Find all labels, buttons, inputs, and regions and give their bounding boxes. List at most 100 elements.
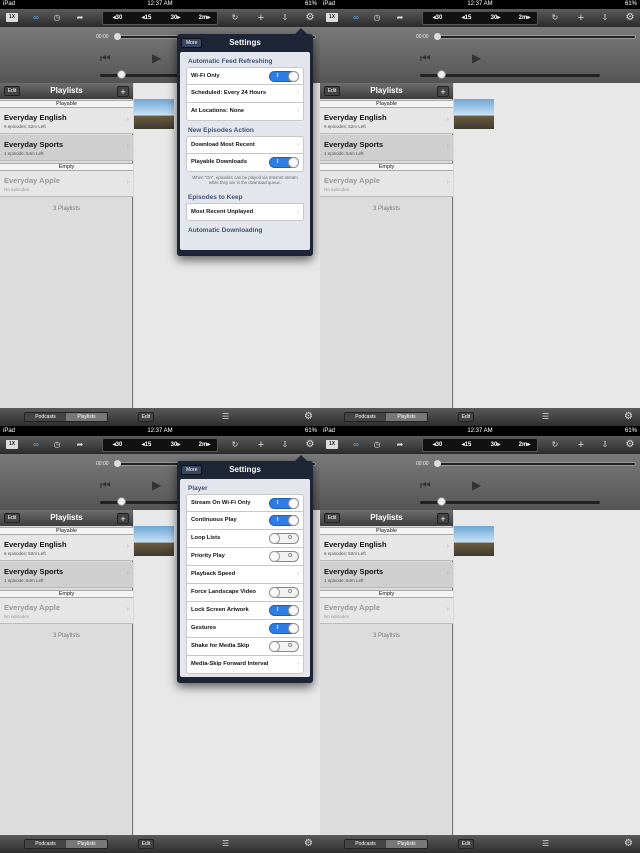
playlist-item[interactable]: Everyday Sports 1 episode; 54m Left ›: [0, 135, 133, 161]
list-view-icon[interactable]: ☰: [222, 412, 229, 422]
playback-speed-button[interactable]: 1X: [6, 13, 18, 22]
settings-gear-icon[interactable]: ⚙: [304, 12, 316, 24]
play-icon[interactable]: ▶: [472, 51, 481, 65]
playback-speed-button[interactable]: 1X: [326, 440, 338, 449]
settings-row[interactable]: Wi-Fi Only I: [186, 67, 304, 85]
skip-forward-2m-button[interactable]: 2m▸: [190, 12, 219, 24]
settings-row[interactable]: Gestures I: [186, 620, 304, 638]
episode-artwork[interactable]: [134, 526, 174, 556]
progress-slider[interactable]: [436, 462, 636, 466]
skip-forward-30-button[interactable]: 30▸: [161, 439, 190, 451]
volume-slider[interactable]: [420, 501, 600, 504]
playlist-item[interactable]: Everyday English 6 episodes; 52m Left ›: [320, 535, 453, 561]
tab-podcasts[interactable]: Podcasts: [25, 413, 66, 421]
previous-track-icon[interactable]: ⏮: [100, 478, 111, 493]
sleep-timer-icon[interactable]: ◷: [52, 12, 62, 24]
playback-speed-button[interactable]: 1X: [326, 13, 338, 22]
settings-row[interactable]: Force Landscape Video O: [186, 584, 304, 602]
settings-row[interactable]: Most Recent Unplayed ›: [186, 203, 304, 221]
play-icon[interactable]: ▶: [152, 51, 161, 65]
content-edit-button[interactable]: Edit: [138, 839, 154, 849]
playlist-item[interactable]: Everyday Sports 1 episode; 54m Left ›: [320, 135, 453, 161]
bottom-settings-gear-icon[interactable]: ⚙: [304, 837, 313, 850]
content-edit-button[interactable]: Edit: [458, 839, 474, 849]
airplay-icon[interactable]: ∞: [350, 12, 362, 24]
add-icon[interactable]: +: [576, 12, 586, 24]
skip-back-30-button[interactable]: ◂30: [423, 439, 452, 451]
toggle-switch[interactable]: O: [269, 551, 299, 562]
list-view-icon[interactable]: ☰: [542, 839, 549, 849]
share-icon[interactable]: ➦: [394, 439, 406, 451]
settings-row[interactable]: Playable Downloads I: [186, 154, 304, 172]
refresh-icon[interactable]: ↻: [550, 12, 560, 24]
previous-track-icon[interactable]: ⏮: [420, 51, 431, 66]
settings-row[interactable]: Download Most Recent ›: [186, 136, 304, 154]
refresh-icon[interactable]: ↻: [230, 439, 240, 451]
tab-playlists[interactable]: Playlists: [386, 413, 427, 421]
settings-row[interactable]: Shake for Media Skip O: [186, 638, 304, 656]
settings-row[interactable]: Scheduled: Every 24 Hours ›: [186, 85, 304, 103]
toggle-switch[interactable]: O: [269, 587, 299, 598]
skip-forward-30-button[interactable]: 30▸: [481, 439, 510, 451]
bottom-settings-gear-icon[interactable]: ⚙: [304, 410, 313, 423]
toggle-switch[interactable]: I: [269, 498, 299, 509]
settings-row[interactable]: Lock Screen Artwork I: [186, 602, 304, 620]
toggle-switch[interactable]: O: [269, 641, 299, 652]
add-playlist-button[interactable]: +: [117, 86, 129, 97]
settings-row[interactable]: Playback Speed ›: [186, 566, 304, 584]
add-playlist-button[interactable]: +: [437, 86, 449, 97]
share-icon[interactable]: ➦: [74, 12, 86, 24]
skip-forward-2m-button[interactable]: 2m▸: [190, 439, 219, 451]
volume-slider[interactable]: [420, 74, 600, 77]
settings-gear-icon[interactable]: ⚙: [624, 439, 636, 451]
toggle-switch[interactable]: I: [269, 605, 299, 616]
playlist-item[interactable]: Everyday Apple No episodes ›: [320, 598, 453, 624]
episode-artwork[interactable]: [454, 526, 494, 556]
skip-forward-2m-button[interactable]: 2m▸: [510, 12, 539, 24]
playlist-item[interactable]: Everyday English 6 episodes; 52m Left ›: [0, 535, 133, 561]
episode-artwork[interactable]: [134, 99, 174, 129]
volume-knob[interactable]: [117, 497, 126, 506]
airplay-icon[interactable]: ∞: [30, 439, 42, 451]
toggle-switch[interactable]: O: [269, 533, 299, 544]
volume-knob[interactable]: [117, 70, 126, 79]
previous-track-icon[interactable]: ⏮: [420, 478, 431, 493]
airplay-icon[interactable]: ∞: [30, 12, 42, 24]
playlist-item[interactable]: Everyday English 6 episodes; 52m Left ›: [320, 108, 453, 134]
add-icon[interactable]: +: [576, 439, 586, 451]
add-icon[interactable]: +: [256, 12, 266, 24]
settings-row[interactable]: At Locations: None ›: [186, 103, 304, 121]
skip-back-30-button[interactable]: ◂30: [423, 12, 452, 24]
settings-gear-icon[interactable]: ⚙: [624, 12, 636, 24]
add-playlist-button[interactable]: +: [117, 513, 129, 524]
volume-knob[interactable]: [437, 497, 446, 506]
list-view-icon[interactable]: ☰: [222, 839, 229, 849]
bottom-settings-gear-icon[interactable]: ⚙: [624, 837, 633, 850]
add-icon[interactable]: +: [256, 439, 266, 451]
playlist-item[interactable]: Everyday English 6 episodes; 52m Left ›: [0, 108, 133, 134]
toggle-switch[interactable]: I: [269, 623, 299, 634]
episode-artwork[interactable]: [454, 99, 494, 129]
settings-row[interactable]: Continuous Play I: [186, 512, 304, 530]
previous-track-icon[interactable]: ⏮: [100, 51, 111, 66]
settings-row[interactable]: Priority Play O: [186, 548, 304, 566]
skip-back-15-button[interactable]: ◂15: [452, 439, 481, 451]
skip-back-15-button[interactable]: ◂15: [452, 12, 481, 24]
play-icon[interactable]: ▶: [472, 478, 481, 492]
tab-podcasts[interactable]: Podcasts: [345, 840, 386, 848]
download-icon[interactable]: ⇩: [600, 12, 610, 24]
download-icon[interactable]: ⇩: [600, 439, 610, 451]
tab-podcasts[interactable]: Podcasts: [25, 840, 66, 848]
playlist-item[interactable]: Everyday Sports 1 episode; 54m Left ›: [320, 562, 453, 588]
play-icon[interactable]: ▶: [152, 478, 161, 492]
settings-row[interactable]: Loop Lists O: [186, 530, 304, 548]
skip-forward-2m-button[interactable]: 2m▸: [510, 439, 539, 451]
progress-thumb[interactable]: [114, 460, 121, 467]
share-icon[interactable]: ➦: [74, 439, 86, 451]
playlist-item[interactable]: Everyday Apple No episodes ›: [0, 171, 133, 197]
skip-forward-30-button[interactable]: 30▸: [161, 12, 190, 24]
bottom-settings-gear-icon[interactable]: ⚙: [624, 410, 633, 423]
progress-thumb[interactable]: [114, 33, 121, 40]
progress-thumb[interactable]: [434, 33, 441, 40]
content-edit-button[interactable]: Edit: [458, 412, 474, 422]
